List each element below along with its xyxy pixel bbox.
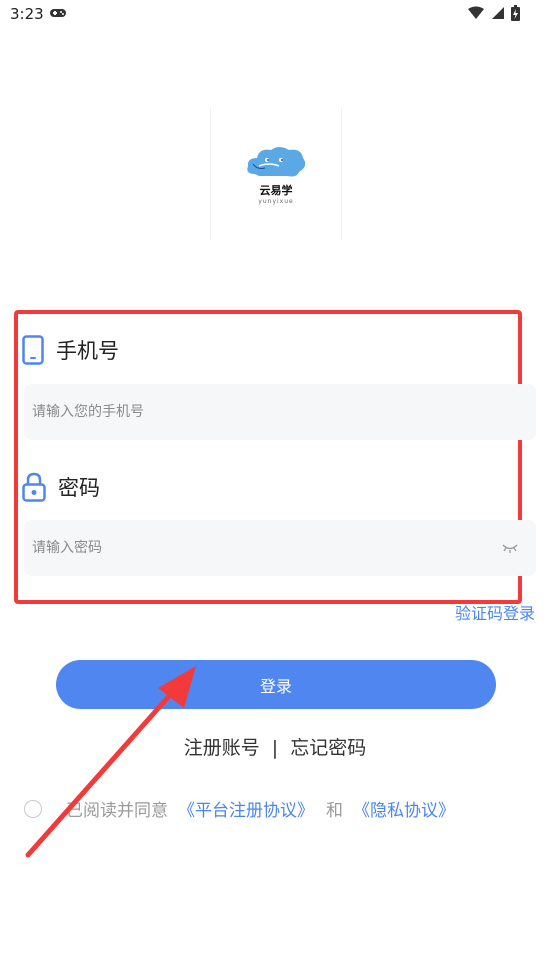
arrow-annotation — [25, 666, 196, 858]
